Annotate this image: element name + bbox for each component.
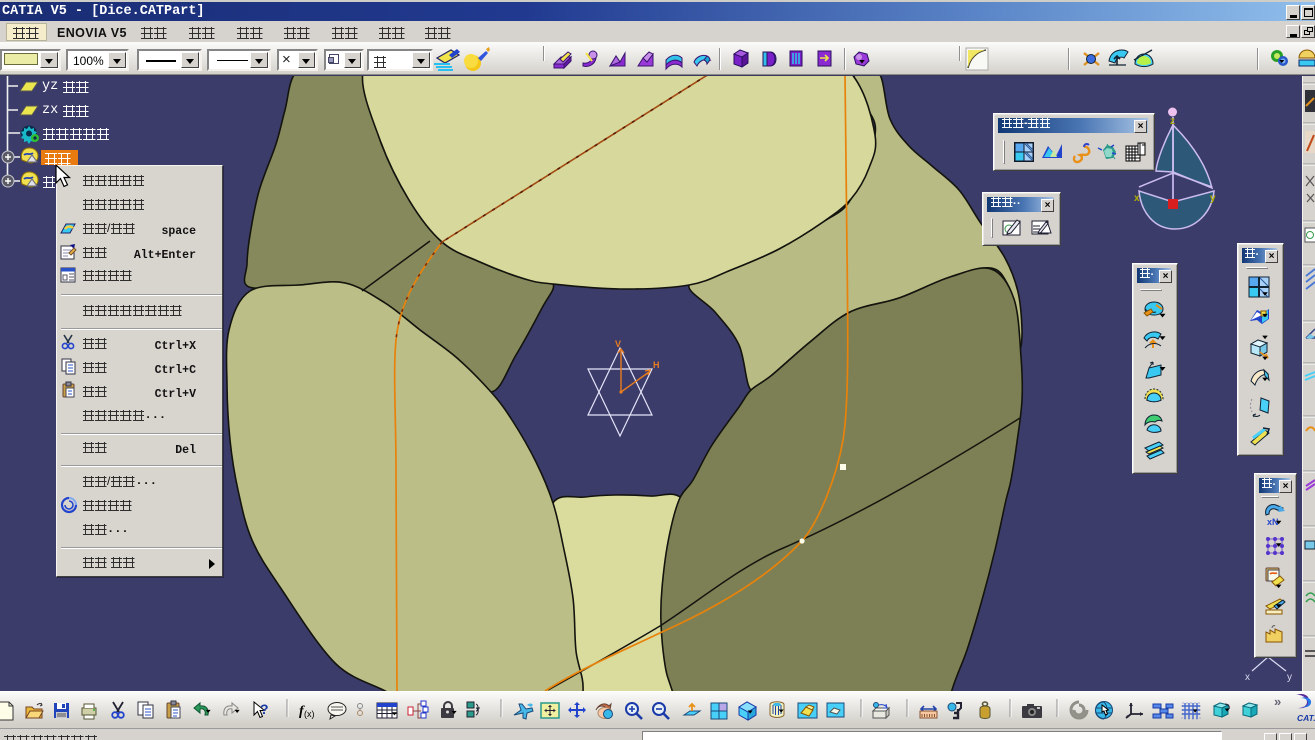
svg-text:x: x	[1134, 193, 1140, 204]
svg-text:V: V	[615, 339, 621, 349]
svg-text:y: y	[1210, 193, 1216, 204]
svg-text:x: x	[1245, 672, 1250, 683]
svg-text:»: »	[1274, 694, 1281, 709]
svg-text:y: y	[1287, 672, 1292, 683]
svg-text:H: H	[653, 360, 660, 370]
svg-text:CAT..: CAT..	[1297, 713, 1315, 723]
svg-text:z: z	[1170, 116, 1175, 127]
svg-text:(x): (x)	[304, 709, 315, 719]
svg-text:?: ?	[260, 701, 269, 717]
